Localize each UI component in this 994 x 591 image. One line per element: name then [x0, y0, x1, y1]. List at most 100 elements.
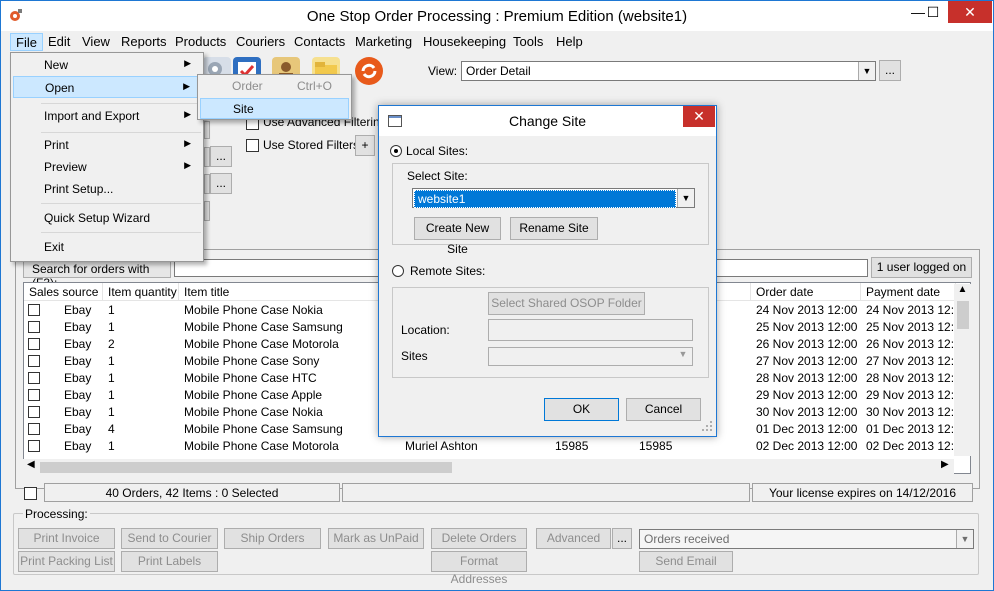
table-cell-qty[interactable]: 4 [103, 421, 179, 438]
add-filter-button[interactable]: + [355, 135, 375, 156]
row-checkbox[interactable] [28, 372, 40, 384]
table-cell-qty[interactable]: 1 [103, 302, 179, 319]
menu-products[interactable]: Products [170, 33, 231, 51]
location-field[interactable] [488, 319, 693, 341]
table-cell-qty[interactable]: 1 [103, 370, 179, 387]
select-all-checkbox[interactable] [24, 487, 37, 500]
row-checkbox[interactable] [28, 423, 40, 435]
column-header-sales-source[interactable]: Sales source [24, 283, 103, 301]
table-cell-order-date[interactable]: 24 Nov 2013 12:00 [751, 302, 861, 319]
view-more-button[interactable]: ... [879, 60, 901, 81]
sync-icon[interactable] [355, 57, 383, 85]
file-menu-quick-setup-wizard[interactable]: Quick Setup Wizard [13, 207, 201, 229]
table-cell-source[interactable]: Ebay [59, 336, 103, 353]
table-cell-order-date[interactable]: 02 Dec 2013 12:00 [751, 438, 861, 455]
open-site-item[interactable]: Site [200, 98, 349, 119]
scroll-up-icon[interactable]: ▲ [954, 284, 971, 295]
table-cell-title[interactable]: Mobile Phone Case Motorola [179, 336, 400, 353]
file-menu-preview[interactable]: Preview ▶ [13, 156, 201, 178]
table-cell-payment-date[interactable]: 24 Nov 2013 12:00 [861, 302, 956, 319]
advanced-more-button[interactable]: ... [612, 528, 632, 549]
remote-sites-select[interactable]: ▼ [488, 347, 693, 366]
table-cell-qty[interactable]: 2 [103, 336, 179, 353]
table-cell-source[interactable]: Ebay [59, 353, 103, 370]
print-packing-list-button[interactable]: Print Packing List [18, 551, 115, 572]
table-cell-source[interactable]: Ebay [59, 319, 103, 336]
maximize-button[interactable]: ☐ [918, 1, 948, 23]
table-cell-c1[interactable]: 15985 [550, 438, 634, 455]
table-cell-source[interactable]: Ebay [59, 421, 103, 438]
vertical-scroll-thumb[interactable] [957, 301, 969, 329]
table-cell-title[interactable]: Mobile Phone Case Samsung [179, 421, 400, 438]
menu-edit[interactable]: Edit [43, 33, 75, 51]
mark-as-unpaid-button[interactable]: Mark as UnPaid [328, 528, 424, 549]
advanced-button[interactable]: Advanced [536, 528, 611, 549]
table-cell-order-date[interactable]: 26 Nov 2013 12:00 [751, 336, 861, 353]
order-status-select[interactable]: Orders received ▼ [639, 529, 974, 549]
table-cell-payment-date[interactable]: 30 Nov 2013 12:00 [861, 404, 956, 421]
file-menu-new[interactable]: New ▶ [13, 54, 201, 76]
table-cell-qty[interactable]: 1 [103, 404, 179, 421]
menu-marketing[interactable]: Marketing [350, 33, 417, 51]
menu-tools[interactable]: Tools [508, 33, 548, 51]
table-cell-source[interactable]: Ebay [59, 302, 103, 319]
table-cell-title[interactable]: Mobile Phone Case Nokia [179, 302, 400, 319]
menu-couriers[interactable]: Couriers [231, 33, 290, 51]
table-cell-title[interactable]: Mobile Phone Case Apple [179, 387, 400, 404]
table-cell-title[interactable]: Mobile Phone Case Sony [179, 353, 400, 370]
menu-help[interactable]: Help [551, 33, 588, 51]
table-cell-source[interactable]: Ebay [59, 404, 103, 421]
row-checkbox[interactable] [28, 338, 40, 350]
file-menu-exit[interactable]: Exit [13, 236, 201, 258]
open-order-item[interactable]: Order Ctrl+O [200, 76, 349, 97]
table-cell-order-date[interactable]: 28 Nov 2013 12:00 [751, 370, 861, 387]
table-cell-payment-date[interactable]: 25 Nov 2013 12:00 [861, 319, 956, 336]
table-cell-qty[interactable]: 1 [103, 387, 179, 404]
scroll-left-icon[interactable]: ◀ [27, 459, 35, 470]
menu-reports[interactable]: Reports [116, 33, 172, 51]
table-cell-payment-date[interactable]: 26 Nov 2013 12:00 [861, 336, 956, 353]
create-new-site-button[interactable]: Create New Site [414, 217, 501, 256]
format-addresses-button[interactable]: Format Addresses [431, 551, 527, 586]
cancel-button[interactable]: Cancel [626, 398, 701, 421]
file-menu-import-export[interactable]: Import and Export ▶ [13, 105, 201, 127]
column-header-order-date[interactable]: Order date [751, 283, 861, 301]
table-cell-payment-date[interactable]: 28 Nov 2013 12:00 [861, 370, 956, 387]
send-email-button[interactable]: Send Email [639, 551, 733, 572]
column-header-payment-date[interactable]: Payment date [861, 283, 956, 301]
table-cell-source[interactable]: Ebay [59, 438, 103, 455]
table-cell-payment-date[interactable]: 29 Nov 2013 12:00 [861, 387, 956, 404]
dialog-close-button[interactable]: ✕ [683, 106, 715, 127]
file-menu-print-setup[interactable]: Print Setup... [13, 178, 201, 200]
row-checkbox[interactable] [28, 406, 40, 418]
local-sites-radio[interactable] [390, 145, 402, 157]
menu-view[interactable]: View [77, 33, 115, 51]
file-menu-print[interactable]: Print ▶ [13, 134, 201, 156]
filter-more-button-1[interactable]: ... [210, 146, 232, 167]
table-cell-title[interactable]: Mobile Phone Case HTC [179, 370, 400, 387]
remote-sites-radio[interactable] [392, 265, 404, 277]
rename-site-button[interactable]: Rename Site [510, 217, 598, 240]
table-cell-title[interactable]: Mobile Phone Case Nokia [179, 404, 400, 421]
column-header-item-title[interactable]: Item title [179, 283, 400, 301]
select-shared-folder-button[interactable]: Select Shared OSOP Folder [488, 292, 645, 315]
table-cell-order-date[interactable]: 25 Nov 2013 12:00 [751, 319, 861, 336]
view-select[interactable]: Order Detail ▼ [461, 61, 876, 81]
ship-orders-button[interactable]: Ship Orders [224, 528, 321, 549]
stored-filters-checkbox[interactable] [246, 139, 259, 152]
menu-file[interactable]: File [10, 33, 43, 51]
menu-contacts[interactable]: Contacts [289, 33, 350, 51]
column-header-item-quantity[interactable]: Item quantity [103, 283, 179, 301]
users-logged-on-button[interactable]: 1 user logged on [871, 257, 972, 278]
select-site-dropdown[interactable]: website1 ▼ [412, 188, 695, 208]
table-cell-order-date[interactable]: 01 Dec 2013 12:00 [751, 421, 861, 438]
table-cell-c2[interactable]: 15985 [634, 438, 751, 455]
table-cell-name[interactable]: Muriel Ashton [400, 438, 550, 455]
row-checkbox[interactable] [28, 440, 40, 452]
table-cell-payment-date[interactable]: 01 Dec 2013 12:00 [861, 421, 956, 438]
row-checkbox[interactable] [28, 389, 40, 401]
table-cell-payment-date[interactable]: 27 Nov 2013 12:00 [861, 353, 956, 370]
table-cell-title[interactable]: Mobile Phone Case Samsung [179, 319, 400, 336]
ok-button[interactable]: OK [544, 398, 619, 421]
table-cell-qty[interactable]: 1 [103, 319, 179, 336]
